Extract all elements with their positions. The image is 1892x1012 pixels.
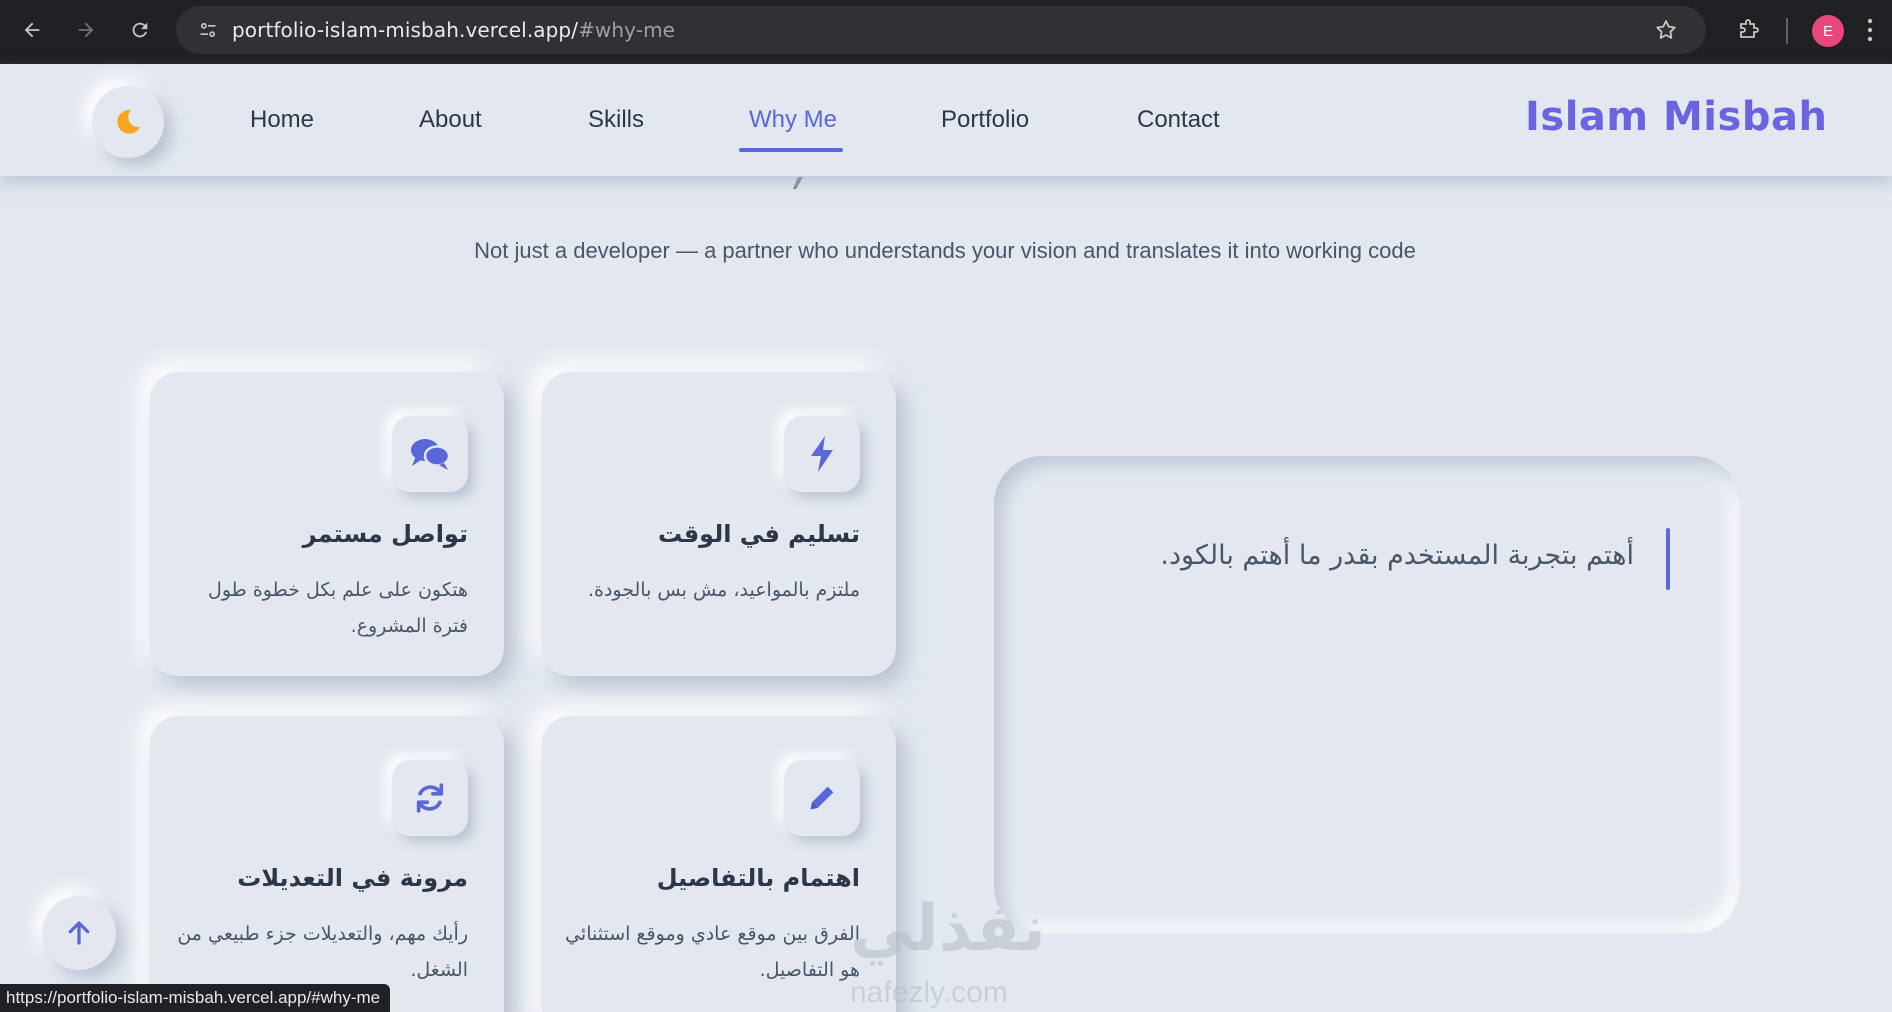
arrow-right-icon [78,22,94,38]
browser-toolbar: portfolio-islam-misbah.vercel.app/#why-m… [0,0,1892,64]
feature-card-details: اهتمام بالتفاصيل الفرق بين موقع عادي ومو… [542,716,896,1012]
url-text: portfolio-islam-misbah.vercel.app/#why-m… [232,18,675,42]
toolbar-divider [1786,18,1788,44]
watermark-logo: نفذلي nafezly.com [850,892,1046,1009]
card-icon-container [784,416,860,492]
extensions-button[interactable] [1728,10,1768,50]
profile-avatar[interactable]: E [1812,15,1844,47]
reload-icon [132,22,148,38]
site-navbar: Home About Skills Why Me Portfolio Conta… [0,64,1892,176]
moon-icon [117,109,140,134]
reload-button[interactable] [120,10,160,50]
card-description: الفرق بين موقع عادي وموقع استثنائي هو ال… [565,923,860,981]
nav-link-skills[interactable]: Skills [588,106,644,134]
card-description: هتكون على علم بكل خطوة طول فترة المشروع. [208,579,468,637]
menu-kebab-icon[interactable] [1866,16,1874,48]
card-icon-container [784,760,860,836]
nav-link-why-me[interactable]: Why Me [749,106,837,134]
puzzle-icon [1740,19,1759,38]
card-description: رأيك مهم، والتعديلات جزء طبيعي من الشغل. [177,923,468,981]
active-nav-indicator [739,148,843,152]
star-icon [1656,20,1676,39]
back-button[interactable] [12,10,52,50]
arrow-up-icon [68,921,90,945]
card-title: تواصل مستمر [302,520,468,548]
bookmark-button[interactable] [1646,10,1686,50]
url-main: portfolio-islam-misbah.vercel.app/ [232,18,579,42]
lightning-icon [811,436,833,472]
quote-panel: أهتم بتجربة المستخدم بقدر ما أهتم بالكود… [994,456,1740,934]
card-title: اهتمام بالتفاصيل [656,864,860,892]
card-icon-container [392,416,468,492]
card-title: تسليم في الوقت [658,520,860,548]
theme-toggle-button[interactable] [92,86,164,158]
brand-logo[interactable]: Islam Misbah [1525,94,1827,140]
heading-overflow-fragment [790,176,804,190]
scroll-to-top-button[interactable] [42,896,116,970]
nav-link-about[interactable]: About [419,106,482,134]
address-bar[interactable]: portfolio-islam-misbah.vercel.app/#why-m… [176,6,1706,54]
site-info-icon[interactable] [188,10,228,50]
feature-card-flexibility: مرونة في التعديلات رأيك مهم، والتعديلات … [150,716,504,1012]
nav-link-contact[interactable]: Contact [1137,106,1220,134]
nav-link-portfolio[interactable]: Portfolio [941,106,1029,134]
card-icon-container [392,760,468,836]
feature-card-delivery: تسليم في الوقت ملتزم بالمواعيد، مش بس با… [542,372,896,676]
quote-text: أهتم بتجربة المستخدم بقدر ما أهتم بالكود… [1160,540,1634,571]
section-subtitle-text: Not just a developer — a partner who und… [474,238,1416,263]
refresh-icon [416,783,444,813]
card-description: ملتزم بالمواعيد، مش بس بالجودة. [587,579,860,601]
card-title: مرونة في التعديلات [237,864,468,892]
section-subtitle: Not just a developer — a partner who und… [0,238,1892,264]
arrow-left-icon [24,22,40,38]
url-hash: #why-me [578,18,676,42]
quote-accent-bar [1666,528,1670,590]
feature-card-communication: تواصل مستمر هتكون على علم بكل خطوة طول ف… [150,372,504,676]
link-status-bar: https://portfolio-islam-misbah.vercel.ap… [0,984,391,1012]
watermark-latin: nafezly.com [850,976,1008,1009]
forward-button[interactable] [66,10,106,50]
chat-bubbles-icon [411,439,451,470]
watermark-arabic: نفذلي [850,892,1046,966]
pen-icon [810,786,834,810]
nav-link-home[interactable]: Home [250,106,314,134]
